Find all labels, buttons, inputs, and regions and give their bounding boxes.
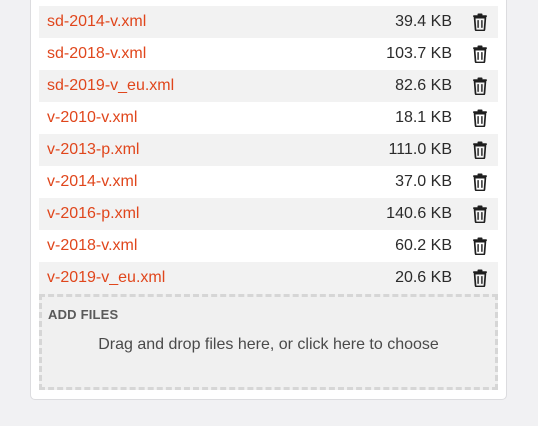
file-list: sd-2014-v.xml 39.4 KB sd-2018-v.xml 103.7 K… [39,6,498,294]
file-name-link[interactable]: sd-2019-v_eu.xml [47,77,395,95]
file-size: 39.4 KB [395,13,452,30]
file-size: 103.7 KB [386,45,452,62]
file-size: 111.0 KB [388,141,452,158]
file-row: sd-2014-v.xml 39.4 KB [39,6,498,38]
trash-icon [472,45,488,63]
trash-icon [472,141,488,159]
file-name-link[interactable]: sd-2018-v.xml [47,45,386,63]
delete-file-button[interactable] [470,172,490,192]
file-row: v-2016-p.xml 140.6 KB [39,198,498,230]
file-row: v-2014-v.xml 37.0 KB [39,166,498,198]
delete-file-button[interactable] [470,140,490,160]
file-name-link[interactable]: v-2018-v.xml [47,237,395,255]
file-row: sd-2018-v.xml 103.7 KB [39,38,498,70]
file-size: 82.6 KB [395,77,452,94]
trash-icon [472,13,488,31]
trash-icon [472,205,488,223]
delete-file-button[interactable] [470,204,490,224]
file-name-link[interactable]: v-2014-v.xml [47,173,395,191]
file-size: 37.0 KB [395,173,452,190]
file-row: v-2018-v.xml 60.2 KB [39,230,498,262]
file-name-link[interactable]: v-2019-v_eu.xml [47,269,395,287]
file-dropzone[interactable]: ADD FILES Drag and drop files here, or c… [39,294,498,390]
trash-icon [472,77,488,95]
delete-file-button[interactable] [470,108,490,128]
file-size: 140.6 KB [386,205,452,222]
delete-file-button[interactable] [470,12,490,32]
trash-icon [472,109,488,127]
trash-icon [472,237,488,255]
delete-file-button[interactable] [470,76,490,96]
trash-icon [472,173,488,191]
file-name-link[interactable]: v-2013-p.xml [47,141,389,159]
file-size: 20.6 KB [395,269,452,286]
file-size: 18.1 KB [395,109,452,126]
delete-file-button[interactable] [470,44,490,64]
file-row: v-2013-p.xml 111.0 KB [39,134,498,166]
file-name-link[interactable]: sd-2014-v.xml [47,13,395,31]
add-files-heading: ADD FILES [48,307,119,322]
dropzone-instructions: Drag and drop files here, or click here … [98,336,439,353]
trash-icon [472,269,488,287]
file-row: sd-2019-v_eu.xml 82.6 KB [39,70,498,102]
delete-file-button[interactable] [470,236,490,256]
file-name-link[interactable]: v-2010-v.xml [47,109,395,127]
file-row: v-2010-v.xml 18.1 KB [39,102,498,134]
file-row: v-2019-v_eu.xml 20.6 KB [39,262,498,294]
file-name-link[interactable]: v-2016-p.xml [47,205,386,223]
file-size: 60.2 KB [395,237,452,254]
delete-file-button[interactable] [470,268,490,288]
